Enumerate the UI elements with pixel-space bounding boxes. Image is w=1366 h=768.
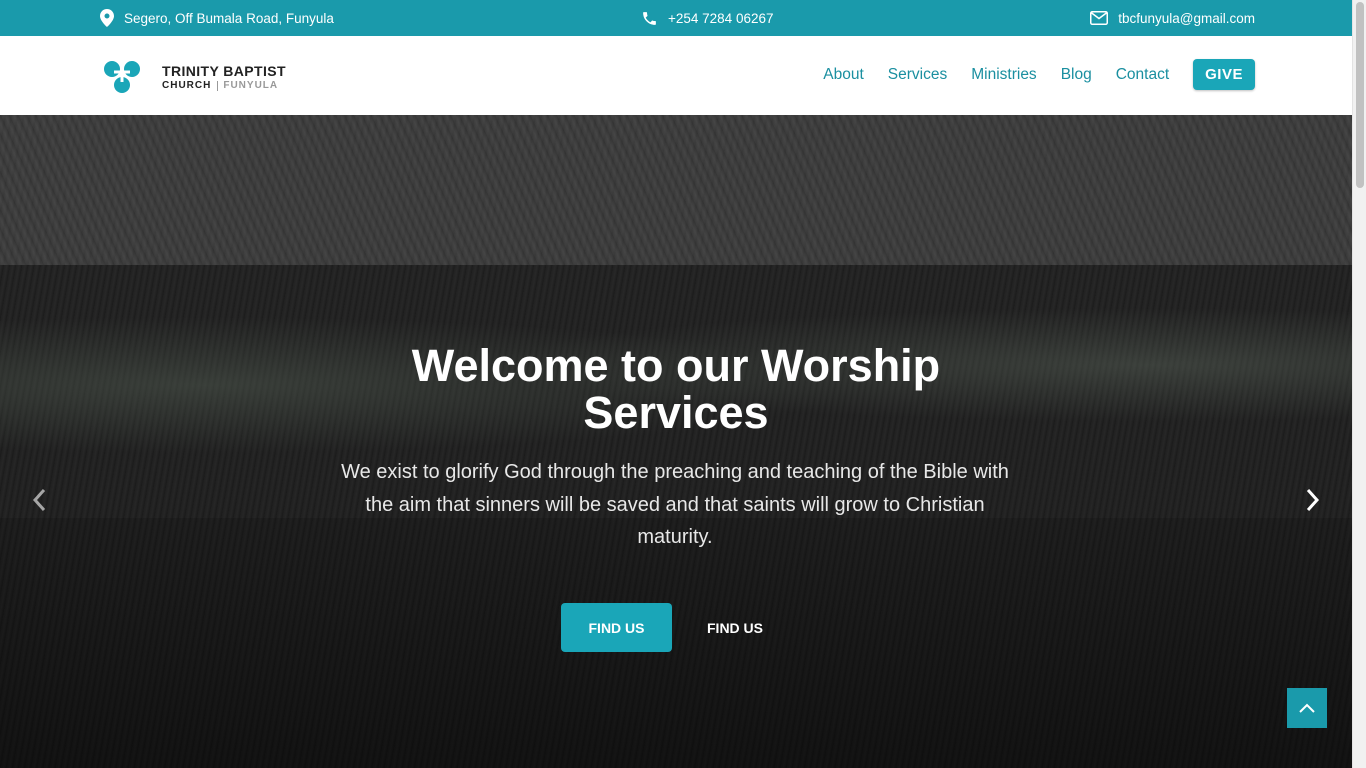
main-nav: About Services Ministries Blog Contact G…	[799, 59, 1255, 90]
hero-background-roof	[0, 115, 1352, 265]
church-logo[interactable]: TRINITY BAPTIST CHURCH FUNYULA	[103, 58, 286, 96]
site-header: TRINITY BAPTIST CHURCH FUNYULA About Ser…	[0, 36, 1352, 115]
chevron-right-icon	[1306, 488, 1320, 512]
hero-description: We exist to glorify God through the prea…	[341, 461, 1009, 548]
logo-title: TRINITY BAPTIST	[162, 62, 286, 79]
nav-contact[interactable]: Contact	[1116, 66, 1169, 84]
phone-text[interactable]: +254 7284 06267	[668, 11, 773, 26]
top-contact-bar: Segero, Off Bumala Road, Funyula +254 72…	[0, 0, 1352, 36]
logo-location: FUNYULA	[217, 80, 278, 91]
give-button[interactable]: GIVE	[1193, 59, 1255, 90]
logo-mark-icon	[103, 58, 141, 96]
chevron-up-icon	[1299, 703, 1315, 713]
nav-blog[interactable]: Blog	[1061, 66, 1092, 84]
mail-icon	[1090, 11, 1109, 25]
hero-title: Welcome to our Worship Services	[411, 340, 941, 438]
email-item[interactable]: tbcfunyula@gmail.com	[1090, 0, 1255, 36]
logo-subtitle: CHURCH	[162, 79, 212, 91]
page-scrollbar[interactable]	[1352, 0, 1366, 768]
address-text: Segero, Off Bumala Road, Funyula	[124, 10, 334, 26]
nav-services[interactable]: Services	[888, 66, 947, 84]
scrollbar-thumb[interactable]	[1356, 2, 1364, 188]
email-text[interactable]: tbcfunyula@gmail.com	[1118, 11, 1255, 26]
phone-icon	[643, 11, 656, 25]
address-item: Segero, Off Bumala Road, Funyula	[100, 0, 334, 36]
nav-about[interactable]: About	[823, 66, 864, 84]
slider-next-button[interactable]	[1298, 485, 1328, 515]
nav-ministries[interactable]: Ministries	[971, 66, 1036, 84]
find-us-button[interactable]: FIND US	[561, 603, 672, 652]
location-pin-icon	[100, 9, 114, 27]
back-to-top-button[interactable]	[1287, 688, 1327, 728]
hero-slider: Welcome to our Worship Services We exist…	[0, 115, 1352, 768]
phone-item[interactable]: +254 7284 06267	[641, 0, 773, 36]
slider-prev-button[interactable]	[24, 485, 54, 515]
chevron-left-icon	[32, 488, 46, 512]
find-us-link[interactable]: FIND US	[707, 620, 763, 636]
